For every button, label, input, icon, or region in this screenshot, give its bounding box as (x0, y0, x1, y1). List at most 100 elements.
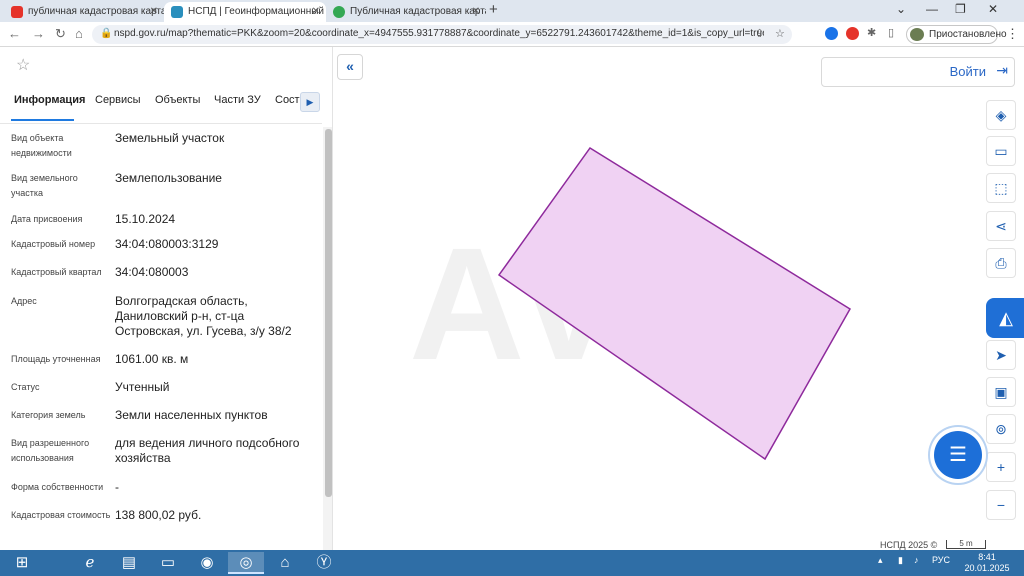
close-icon[interactable]: ✕ (312, 2, 320, 22)
profile-button[interactable]: Приостановлено (906, 25, 1007, 44)
zoom-out-icon: − (996, 497, 1006, 513)
clock[interactable]: 8:41 20.01.2025 (962, 552, 1012, 574)
extension-icon[interactable] (825, 27, 838, 40)
zoom-out-button[interactable]: − (986, 490, 1016, 520)
tab-title: НСПД | Геоинформационный п (188, 6, 326, 17)
volume-icon[interactable]: ♪ (914, 555, 919, 565)
row-value: Земли населенных пунктов (115, 408, 268, 422)
row-value: 34:04:080003 (115, 265, 189, 279)
url-text[interactable]: nspd.gov.ru/map?thematic=PKK&zoom=20&coo… (114, 28, 764, 39)
active-tab-indicator (11, 119, 74, 121)
tab-title: Публичная кадастровая карта (350, 6, 486, 17)
clock-time: 8:41 (978, 552, 996, 562)
clock-date: 20.01.2025 (964, 563, 1010, 573)
forward-icon[interactable]: → (32, 26, 45, 41)
side-panel-icon[interactable]: ▯ (888, 26, 894, 39)
favorite-star-icon[interactable]: ☆ (16, 55, 30, 75)
folder-icon: ▤ (121, 554, 137, 571)
yandex-extension-icon[interactable] (846, 27, 859, 40)
bookmark-star-icon[interactable]: ☆ (775, 27, 785, 40)
screen-icon: ▣ (994, 384, 1008, 400)
taskbar-firefox[interactable]: ◉ (189, 552, 225, 574)
url-field[interactable]: 🔒 nspd.gov.ru/map?thematic=PKK&zoom=20&c… (92, 25, 792, 44)
tab-info[interactable]: Информация (14, 94, 85, 106)
layers-button[interactable]: ◈ (986, 100, 1016, 130)
ruler-button[interactable]: ▭ (986, 136, 1016, 166)
network-icon[interactable]: ▮ (898, 555, 903, 566)
reload-icon[interactable]: ↻ (55, 26, 66, 42)
land-parcel-polygon[interactable] (497, 146, 852, 461)
install-icon[interactable]: ⇪ (755, 27, 764, 40)
monitor-icon: ▭ (160, 554, 176, 571)
tab-parts[interactable]: Части ЗУ (214, 94, 261, 106)
row-label: Категория земель (11, 410, 86, 420)
firefox-icon: ◉ (200, 554, 214, 571)
browser-tab-1[interactable]: публичная кадастровая карта ✕ (4, 2, 164, 22)
new-tab-button[interactable]: + (489, 1, 498, 18)
locate-icon: ➤ (995, 347, 1007, 363)
zoom-in-icon: + (996, 459, 1006, 475)
row-label: Вид объекта недвижимости (11, 133, 72, 158)
select-area-button[interactable]: ⬚ (986, 173, 1016, 203)
chat-button[interactable]: ☰ (934, 431, 982, 479)
map-canvas[interactable]: Avito « Войти ⇥ ◈ ▭ ⬚ ⋖ ⎙ ◭ ➤ ▣ ⊚ + − ☰ … (334, 47, 1024, 550)
row-value: Учтенный (115, 380, 170, 394)
row-value: 15.10.2024 (115, 212, 176, 226)
share-button[interactable]: ⋖ (986, 211, 1016, 241)
row-value: для ведения личного подсобного хозяйства (115, 436, 300, 465)
windows-taskbar: ⊞ ℯ ▤ ▭ ◉ ◎ ⌂ Ⓨ ▴ ▮ ♪ РУС 8:41 20.01.202… (0, 550, 1024, 576)
tray-arrow-icon[interactable]: ▴ (878, 555, 883, 566)
object-info-panel: ☆ Информация Сервисы Объекты Части ЗУ Со… (0, 47, 333, 550)
taskbar-home[interactable]: ⌂ (267, 552, 303, 574)
row-value: - (115, 480, 119, 494)
tabs-next-button[interactable]: ▶ (300, 92, 320, 112)
keyboard-language[interactable]: РУС (932, 555, 950, 565)
tab-objects[interactable]: Объекты (155, 94, 200, 106)
extensions-puzzle-icon[interactable]: ✱ (867, 26, 876, 39)
close-window-icon[interactable]: ✕ (988, 2, 998, 16)
row-value: Землепользование (115, 171, 222, 185)
close-icon[interactable]: ✕ (472, 2, 480, 22)
chat-icon: ☰ (949, 444, 967, 466)
geo-search-button[interactable]: ⊚ (986, 414, 1016, 444)
row-value: 138 800,02 руб. (115, 508, 202, 522)
taskbar-chrome[interactable]: ◎ (228, 552, 264, 574)
lock-icon[interactable]: 🔒 (100, 28, 112, 39)
scale-bar: 5 m (946, 540, 986, 549)
restore-icon[interactable]: ❐ (955, 2, 966, 16)
browser-tab-bar: публичная кадастровая карта ✕ НСПД | Гео… (0, 0, 1024, 22)
locate-button[interactable]: ➤ (986, 340, 1016, 370)
print-icon: ⎙ (995, 255, 1007, 271)
taskbar-ie[interactable]: ℯ (72, 552, 108, 574)
back-icon[interactable]: ← (8, 26, 21, 41)
start-button[interactable]: ⊞ (4, 552, 40, 574)
tab-services[interactable]: Сервисы (95, 94, 141, 106)
close-icon[interactable]: ✕ (150, 2, 158, 22)
row-value: Волгоградская область, Даниловский р-н, … (115, 294, 292, 338)
divider (0, 123, 322, 124)
taskbar-monitor[interactable]: ▭ (150, 552, 186, 574)
login-button[interactable]: Войти ⇥ (821, 57, 1015, 87)
browser-tab-2[interactable]: НСПД | Геоинформационный п ✕ (164, 2, 326, 22)
geo-search-icon: ⊚ (995, 421, 1007, 437)
row-value: 34:04:080003:3129 (115, 237, 219, 251)
home-icon[interactable]: ⌂ (75, 26, 83, 41)
taskbar-folder[interactable]: ▤ (111, 552, 147, 574)
collapse-panel-button[interactable]: « (337, 54, 363, 80)
taskbar-yandex[interactable]: Ⓨ (306, 552, 342, 574)
zoom-in-button[interactable]: + (986, 452, 1016, 482)
screen-button[interactable]: ▣ (986, 377, 1016, 407)
browser-tab-3[interactable]: Публичная кадастровая карта ✕ (326, 2, 486, 22)
row-label: Форма собственности (11, 482, 104, 492)
row-label: Дата присвоения (11, 214, 83, 224)
nspd-assistant-button[interactable]: ◭ (986, 298, 1024, 338)
tab-list-icon[interactable]: ⌄ (896, 2, 906, 16)
scrollbar-thumb[interactable] (325, 129, 332, 497)
parcel-layer (497, 146, 852, 461)
minimize-icon[interactable]: — (926, 2, 938, 16)
print-button[interactable]: ⎙ (986, 248, 1016, 278)
nspd-logo-icon: ◭ (999, 308, 1013, 328)
row-value: 1061.00 кв. м (115, 352, 189, 366)
menu-icon[interactable]: ⋮ (1006, 26, 1019, 42)
chrome-icon: ◎ (239, 554, 253, 571)
